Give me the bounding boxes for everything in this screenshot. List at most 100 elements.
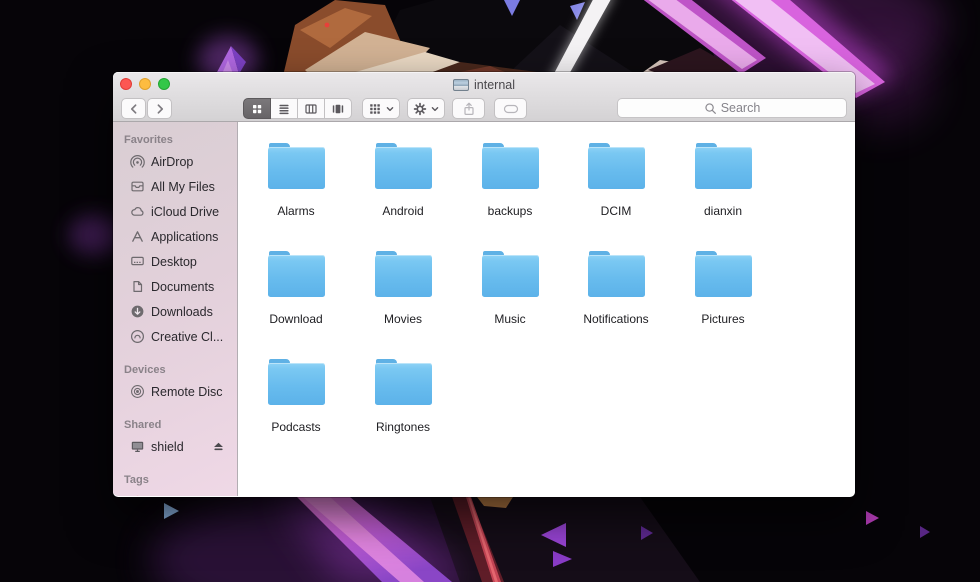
blue-folder-icon bbox=[588, 143, 645, 189]
remote-disc-icon bbox=[130, 384, 151, 399]
tab-icon-view[interactable] bbox=[243, 98, 271, 119]
tags-button[interactable] bbox=[494, 98, 527, 119]
sidebar-item-shield[interactable]: shield bbox=[113, 434, 237, 459]
folder-ringtones[interactable]: Ringtones bbox=[353, 359, 453, 434]
share-icon bbox=[462, 102, 476, 116]
chevron-right-icon bbox=[153, 102, 167, 116]
blue-folder-icon bbox=[588, 251, 645, 297]
desktop-icon bbox=[130, 254, 151, 269]
folder-label: Notifications bbox=[583, 312, 648, 326]
folder-dcim[interactable]: DCIM bbox=[566, 143, 666, 218]
all-my-files-icon bbox=[130, 179, 151, 194]
sidebar-item-label: shield bbox=[151, 440, 184, 454]
applications-icon bbox=[130, 229, 151, 244]
gear-icon bbox=[413, 102, 427, 116]
folder-podcasts[interactable]: Podcasts bbox=[246, 359, 346, 434]
blue-folder-icon bbox=[482, 143, 539, 189]
chevron-left-icon bbox=[127, 102, 141, 116]
folder-label: dianxin bbox=[704, 204, 742, 218]
chevron-down-icon bbox=[430, 104, 440, 114]
sidebar-section-tags: Tags bbox=[124, 474, 237, 486]
downloads-icon bbox=[130, 304, 151, 319]
sidebar-section-favorites: Favorites bbox=[124, 134, 237, 146]
window-title-row: internal bbox=[113, 77, 855, 93]
arrange-grid-icon bbox=[368, 102, 382, 116]
creative-cloud-icon bbox=[130, 329, 151, 344]
blue-folder-icon bbox=[268, 143, 325, 189]
blue-folder-icon bbox=[375, 143, 432, 189]
back-button[interactable] bbox=[121, 98, 146, 119]
action-dropdown[interactable] bbox=[407, 98, 445, 119]
tab-coverflow-view[interactable] bbox=[324, 98, 352, 119]
sidebar-item-label: Documents bbox=[151, 280, 214, 294]
titlebar[interactable]: internal bbox=[113, 72, 855, 122]
arrange-dropdown[interactable] bbox=[362, 98, 400, 119]
folder-notifications[interactable]: Notifications bbox=[566, 251, 666, 326]
finder-window: internal bbox=[113, 72, 855, 497]
columns-icon bbox=[304, 102, 318, 116]
folder-view: Alarms Android backupsDCIM dianxin Download M… bbox=[238, 122, 855, 496]
window-body: Favorites AirDrop All My Files iCloud Drive… bbox=[113, 122, 855, 496]
view-mode-segmented-control bbox=[243, 98, 352, 119]
sidebar: Favorites AirDrop All My Files iCloud Drive… bbox=[113, 122, 238, 496]
blue-folder-icon bbox=[268, 251, 325, 297]
sidebar-item-airdrop[interactable]: AirDrop bbox=[113, 149, 237, 174]
folder-download[interactable]: Download bbox=[246, 251, 346, 326]
sidebar-item-creative-cl[interactable]: Creative Cl... bbox=[113, 324, 237, 349]
share-button[interactable] bbox=[452, 98, 485, 119]
sidebar-item-label: Applications bbox=[151, 230, 218, 244]
search-placeholder: Search bbox=[721, 101, 761, 115]
sidebar-item-all-my-files[interactable]: All My Files bbox=[113, 174, 237, 199]
sidebar-item-documents[interactable]: Documents bbox=[113, 274, 237, 299]
icloud-icon bbox=[130, 204, 151, 219]
red-tag-icon bbox=[130, 494, 151, 496]
blue-folder-icon bbox=[268, 359, 325, 405]
toolbar: Search bbox=[113, 98, 855, 119]
internal-drive-icon bbox=[453, 79, 469, 91]
sidebar-item-red[interactable]: Red bbox=[113, 489, 237, 496]
folder-music[interactable]: Music bbox=[460, 251, 560, 326]
blue-folder-icon bbox=[375, 359, 432, 405]
grid-icon bbox=[250, 102, 264, 116]
search-input[interactable]: Search bbox=[617, 98, 847, 118]
airdrop-icon bbox=[130, 154, 151, 169]
eject-icon[interactable] bbox=[212, 440, 225, 453]
folder-label: Music bbox=[494, 312, 525, 326]
coverflow-icon bbox=[331, 102, 345, 116]
folder-backups[interactable]: backups bbox=[460, 143, 560, 218]
sidebar-item-label: Creative Cl... bbox=[151, 330, 223, 344]
sidebar-section-devices: Devices bbox=[124, 364, 237, 376]
folder-pictures[interactable]: Pictures bbox=[673, 251, 773, 326]
sidebar-item-label: Desktop bbox=[151, 255, 197, 269]
sidebar-item-label: iCloud Drive bbox=[151, 205, 219, 219]
folder-label: Podcasts bbox=[271, 420, 320, 434]
display-icon bbox=[130, 439, 151, 454]
sidebar-item-label: AirDrop bbox=[151, 155, 193, 169]
blue-folder-icon bbox=[695, 143, 752, 189]
blue-folder-icon bbox=[482, 251, 539, 297]
folder-alarms[interactable]: Alarms bbox=[246, 143, 346, 218]
forward-button[interactable] bbox=[147, 98, 172, 119]
folder-label: Android bbox=[382, 204, 423, 218]
folder-movies[interactable]: Movies bbox=[353, 251, 453, 326]
sidebar-item-label: All My Files bbox=[151, 180, 215, 194]
tab-list-view[interactable] bbox=[270, 98, 298, 119]
chevron-down-icon bbox=[385, 104, 395, 114]
list-icon bbox=[277, 102, 291, 116]
sidebar-item-remote-disc[interactable]: Remote Disc bbox=[113, 379, 237, 404]
folder-label: Download bbox=[269, 312, 322, 326]
folder-label: Pictures bbox=[701, 312, 744, 326]
sidebar-item-label: Remote Disc bbox=[151, 385, 223, 399]
desktop: internal bbox=[0, 0, 980, 582]
tab-column-view[interactable] bbox=[297, 98, 325, 119]
folder-label: Ringtones bbox=[376, 420, 430, 434]
sidebar-item-downloads[interactable]: Downloads bbox=[113, 299, 237, 324]
window-title: internal bbox=[474, 78, 515, 92]
documents-icon bbox=[130, 279, 151, 294]
sidebar-item-desktop[interactable]: Desktop bbox=[113, 249, 237, 274]
sidebar-item-applications[interactable]: Applications bbox=[113, 224, 237, 249]
folder-android[interactable]: Android bbox=[353, 143, 453, 218]
sidebar-item-label: Downloads bbox=[151, 305, 213, 319]
sidebar-item-icloud-drive[interactable]: iCloud Drive bbox=[113, 199, 237, 224]
folder-dianxin[interactable]: dianxin bbox=[673, 143, 773, 218]
